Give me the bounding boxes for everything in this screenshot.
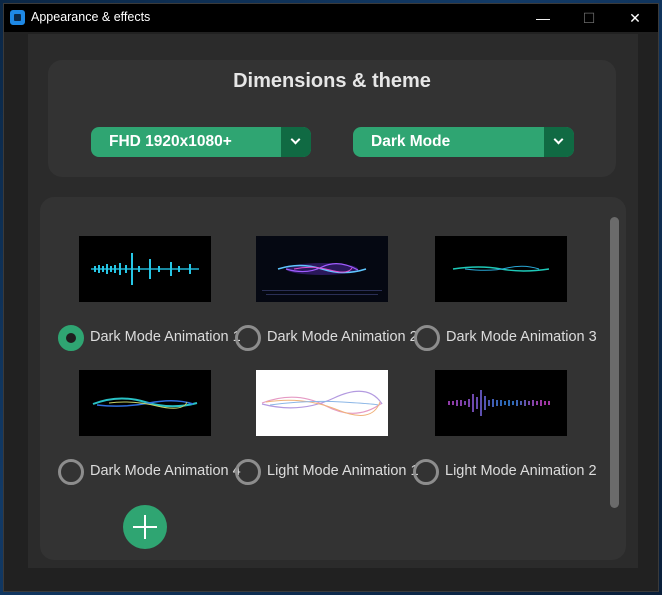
- window-title: Appearance & effects: [31, 10, 151, 24]
- theme-value: Dark Mode: [371, 133, 451, 150]
- maximize-button[interactable]: ☐: [566, 4, 612, 32]
- content-area: Dimensions & theme FHD 1920x1080+ Dark M…: [28, 34, 638, 568]
- waveform-thumbnail: [79, 236, 211, 302]
- animation-preview-3[interactable]: [435, 236, 567, 302]
- radio-label: Dark Mode Animation 3: [446, 329, 597, 345]
- waveform-thumbnail: [256, 236, 388, 302]
- animation-preview-2[interactable]: [256, 236, 388, 302]
- theme-dropdown-arrow[interactable]: [544, 127, 574, 157]
- resolution-dropdown-arrow[interactable]: [281, 127, 311, 157]
- animation-radio-3[interactable]: Dark Mode Animation 3: [414, 325, 597, 351]
- radio-button[interactable]: [414, 325, 440, 351]
- title-bar[interactable]: Appearance & effects — ☐ ✕: [4, 4, 658, 32]
- radio-button[interactable]: [235, 459, 261, 485]
- animation-list-panel: Dark Mode Animation 1 Dark Mode Animatio…: [40, 197, 626, 560]
- resolution-dropdown[interactable]: FHD 1920x1080+: [91, 127, 311, 157]
- animation-radio-1[interactable]: Dark Mode Animation 1: [58, 325, 241, 351]
- dimensions-theme-panel: Dimensions & theme FHD 1920x1080+ Dark M…: [48, 60, 616, 177]
- theme-dropdown[interactable]: Dark Mode: [353, 127, 574, 157]
- animation-radio-6[interactable]: Light Mode Animation 2: [413, 459, 597, 485]
- waveform-thumbnail: [435, 236, 567, 302]
- radio-button[interactable]: [235, 325, 261, 351]
- radio-button[interactable]: [58, 325, 84, 351]
- radio-label: Light Mode Animation 1: [267, 463, 419, 479]
- scrollbar[interactable]: [610, 217, 619, 508]
- chevron-down-icon: [290, 134, 301, 145]
- appearance-window: Appearance & effects — ☐ ✕ Dimensions & …: [3, 3, 659, 592]
- minimize-button[interactable]: —: [520, 4, 566, 32]
- animation-preview-6[interactable]: [435, 370, 567, 436]
- resolution-value: FHD 1920x1080+: [109, 133, 232, 150]
- app-icon: [10, 10, 25, 25]
- animation-preview-4[interactable]: [79, 370, 211, 436]
- chevron-down-icon: [553, 134, 564, 145]
- waveform-thumbnail: [435, 370, 567, 436]
- animation-preview-1[interactable]: [79, 236, 211, 302]
- waveform-thumbnail: [79, 370, 211, 436]
- radio-button[interactable]: [58, 459, 84, 485]
- animation-radio-5[interactable]: Light Mode Animation 1: [235, 459, 419, 485]
- animation-radio-4[interactable]: Dark Mode Animation 4: [58, 459, 241, 485]
- section-heading: Dimensions & theme: [233, 70, 431, 92]
- radio-label: Dark Mode Animation 1: [90, 329, 241, 345]
- add-animation-button[interactable]: [123, 505, 167, 549]
- close-button[interactable]: ✕: [612, 4, 658, 32]
- waveform-thumbnail: [256, 370, 388, 436]
- radio-label: Light Mode Animation 2: [445, 463, 597, 479]
- radio-label: Dark Mode Animation 2: [267, 329, 418, 345]
- radio-label: Dark Mode Animation 4: [90, 463, 241, 479]
- radio-button[interactable]: [413, 459, 439, 485]
- animation-preview-5[interactable]: [256, 370, 388, 436]
- animation-radio-2[interactable]: Dark Mode Animation 2: [235, 325, 418, 351]
